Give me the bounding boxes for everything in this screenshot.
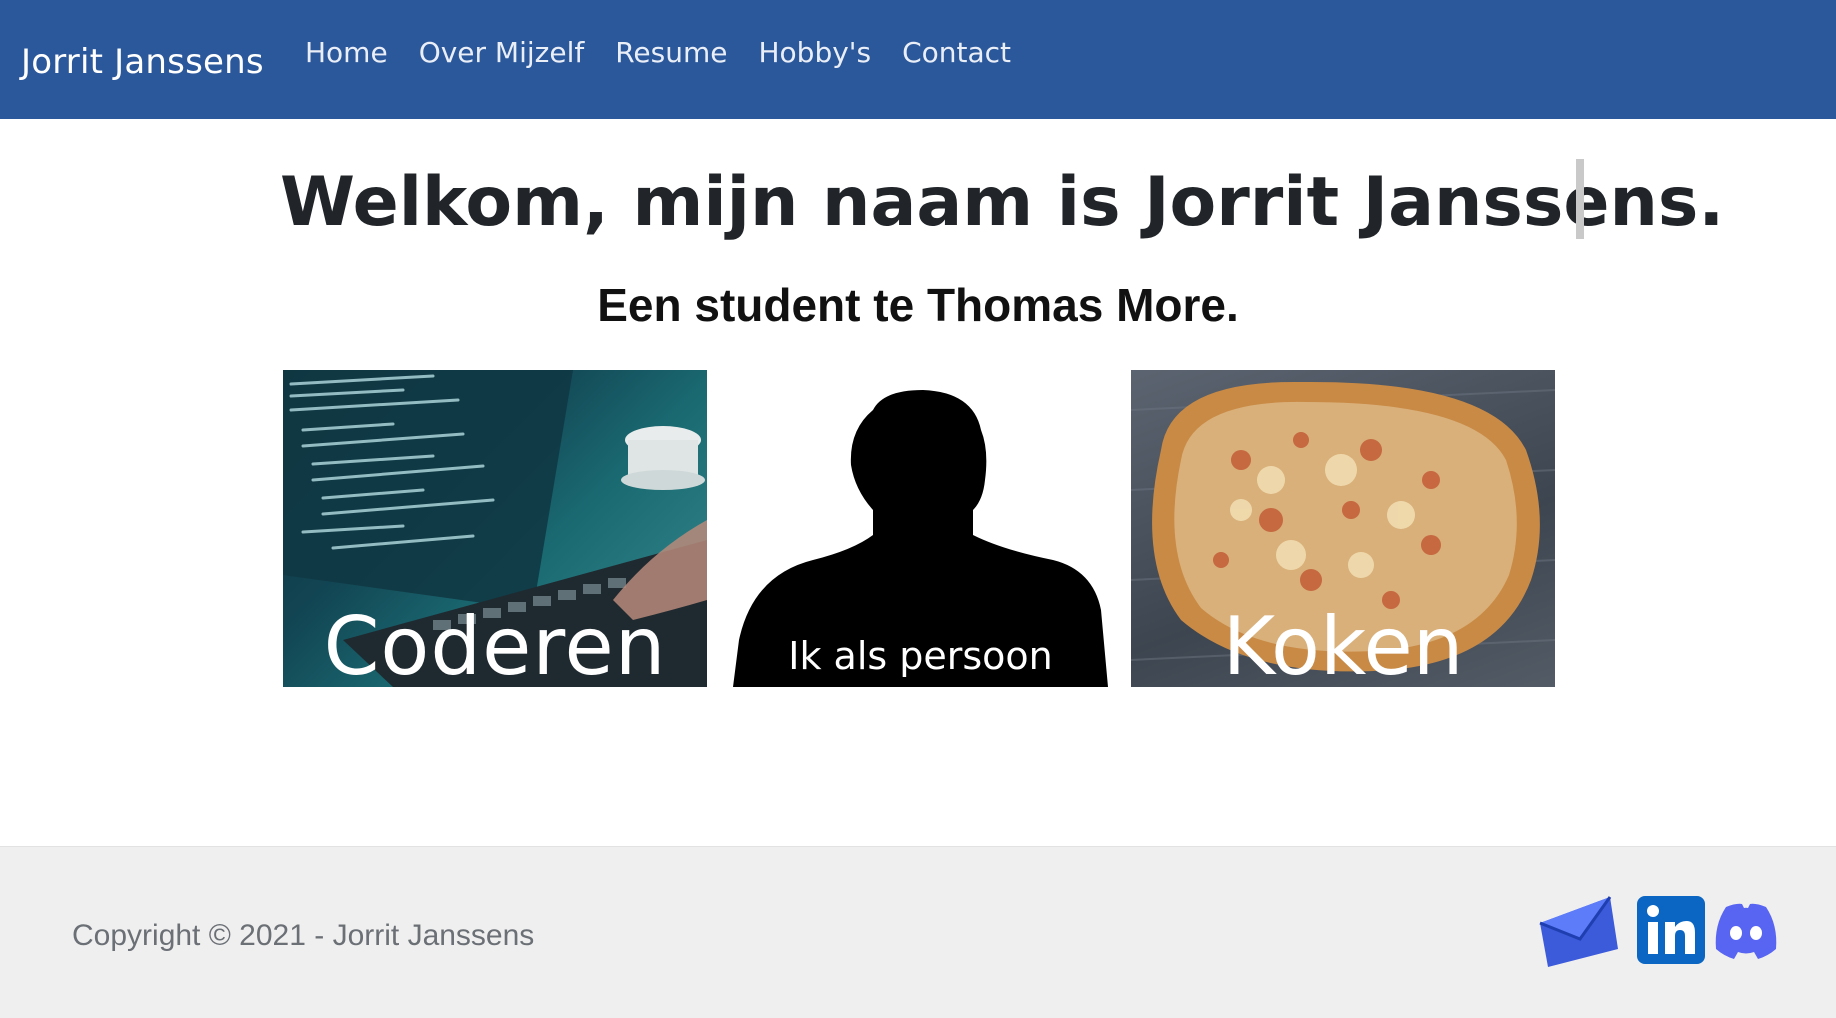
typing-cursor — [1576, 159, 1584, 239]
footer: Copyright © 2021 - Jorrit Janssens — [0, 846, 1836, 1018]
card-coderen[interactable]: Coderen — [283, 370, 707, 687]
nav-link-hobbys[interactable]: Hobby's — [758, 36, 871, 69]
card-label-ik-als-persoon: Ik als persoon — [788, 634, 1053, 678]
nav-link-home[interactable]: Home — [305, 36, 388, 69]
hero-subtitle: Een student te Thomas More. — [597, 279, 1239, 331]
card-ik-als-persoon[interactable]: Ik als persoon — [733, 370, 1108, 687]
nav-link-over-mijzelf[interactable]: Over Mijzelf — [419, 36, 585, 69]
nav-links: Home Over Mijzelf Resume Hobby's Contact — [305, 36, 1042, 69]
discord-icon[interactable] — [1712, 901, 1780, 961]
linkedin-icon[interactable] — [1637, 896, 1705, 964]
mail-icon[interactable] — [1538, 895, 1620, 969]
nav-link-contact[interactable]: Contact — [902, 36, 1011, 69]
nav-link-resume[interactable]: Resume — [615, 36, 727, 69]
hero-title: Welkom, mijn naam is Jorrit Janssens. — [280, 162, 1725, 242]
brand-link[interactable]: Jorrit Janssens — [21, 42, 264, 82]
navbar: Jorrit Janssens Home Over Mijzelf Resume… — [0, 0, 1836, 119]
card-label-koken: Koken — [1222, 600, 1464, 687]
card-label-coderen: Coderen — [323, 600, 667, 687]
card-koken[interactable]: Koken — [1131, 370, 1555, 687]
copyright-text: Copyright © 2021 - Jorrit Janssens — [72, 919, 535, 952]
